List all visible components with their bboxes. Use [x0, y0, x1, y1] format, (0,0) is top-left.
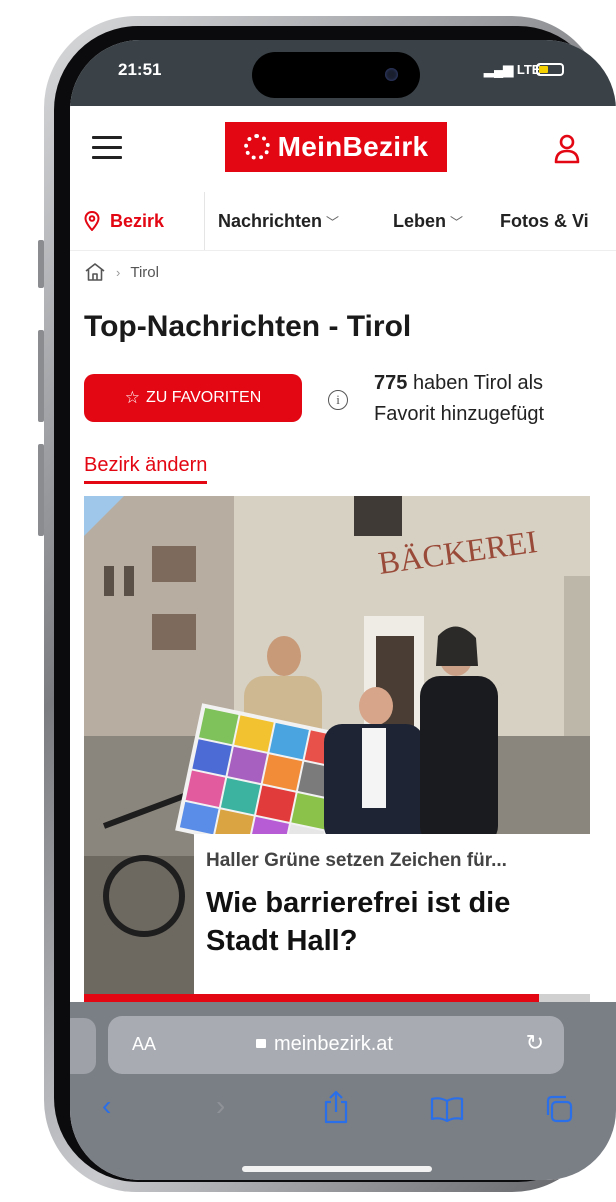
- safari-toolbar: AA meinbezirk.at ↻ ‹ ›: [70, 1002, 616, 1180]
- chevron-down-icon: ﹀: [450, 215, 464, 230]
- user-icon[interactable]: [554, 134, 580, 164]
- action-button: [38, 240, 44, 288]
- nav-item-leben[interactable]: Leben ﹀: [393, 211, 463, 232]
- url-text[interactable]: meinbezirk.at: [256, 1033, 393, 1056]
- battery-level: [539, 66, 548, 73]
- article-headline[interactable]: Wie barrierefrei ist die Stadt Hall?: [206, 884, 576, 960]
- volume-up-button: [38, 330, 44, 422]
- breadcrumb: › Tirol: [84, 262, 159, 282]
- slider-progress-fill: [84, 994, 540, 1002]
- info-icon[interactable]: i: [328, 390, 348, 410]
- chevron-right-icon: ›: [116, 264, 121, 280]
- site-logo[interactable]: MeinBezirk: [225, 122, 447, 172]
- tabs-icon[interactable]: [544, 1094, 574, 1124]
- reload-icon[interactable]: ↻: [526, 1030, 544, 1056]
- nav-bezirk[interactable]: Bezirk: [84, 192, 205, 250]
- status-time: 21:51: [118, 60, 162, 79]
- nav-item-nachrichten[interactable]: Nachrichten ﹀: [218, 211, 339, 232]
- status-bar: 21:51 ▂▄▆ LTE: [70, 40, 616, 106]
- back-icon[interactable]: ‹: [102, 1090, 111, 1122]
- nav-item-label: Nachrichten: [218, 211, 323, 231]
- location-pin-icon: [84, 211, 100, 231]
- phone-screen: 21:51 ▂▄▆ LTE MeinBezirk Bezirk Nachrich…: [70, 40, 616, 1180]
- logo-gear-icon: [243, 134, 270, 160]
- forward-icon[interactable]: ›: [216, 1090, 225, 1122]
- breadcrumb-current[interactable]: Tirol: [130, 264, 159, 281]
- add-favorite-button[interactable]: ☆ ZU FAVORITEN: [84, 374, 302, 422]
- logo-text: MeinBezirk: [277, 131, 429, 162]
- camera-icon: [385, 68, 398, 81]
- chevron-down-icon: ﹀: [326, 215, 340, 230]
- change-district-link[interactable]: Bezirk ändern: [84, 454, 208, 484]
- lock-icon: [256, 1039, 266, 1048]
- url-value: meinbezirk.at: [274, 1033, 393, 1055]
- previous-tab-preview[interactable]: [70, 1018, 96, 1074]
- signal-indicator: ▂▄▆ LTE: [484, 62, 540, 78]
- share-icon[interactable]: [322, 1090, 350, 1124]
- home-icon[interactable]: [84, 262, 106, 282]
- volume-down-button: [38, 444, 44, 536]
- nav-bezirk-label: Bezirk: [110, 210, 165, 231]
- nav-item-label: Leben: [393, 211, 447, 231]
- dynamic-island: [252, 52, 420, 98]
- text-size-button[interactable]: AA: [132, 1034, 156, 1055]
- main-nav: Bezirk Nachrichten ﹀ Leben ﹀ Fotos & Vi: [70, 192, 616, 251]
- signal-bars-icon: ▂▄▆: [484, 62, 514, 77]
- page-title: Top-Nachrichten - Tirol: [84, 310, 412, 343]
- favorite-text-line1: haben Tirol als: [412, 372, 544, 394]
- bookmarks-icon[interactable]: [430, 1096, 464, 1122]
- home-indicator: [242, 1166, 432, 1172]
- favorite-text-line2: Favorit hinzugefügt: [374, 403, 545, 425]
- site-header: MeinBezirk: [70, 106, 616, 193]
- battery-icon: [536, 63, 564, 76]
- favorite-count-text: 775 haben Tirol als Favorit hinzugefügt: [374, 368, 544, 430]
- article-kicker: Haller Grüne setzen Zeichen für...: [206, 850, 507, 871]
- star-icon: ☆: [124, 388, 140, 407]
- nav-item-label: Fotos & Vi: [500, 211, 589, 231]
- add-favorite-label: ZU FAVORITEN: [145, 389, 262, 406]
- article-caption[interactable]: Haller Grüne setzen Zeichen für... Wie b…: [194, 834, 590, 994]
- nav-item-fotos[interactable]: Fotos & Vi: [500, 211, 589, 232]
- favorite-count: 775: [374, 372, 408, 394]
- hamburger-icon[interactable]: [92, 136, 122, 160]
- address-bar[interactable]: AA meinbezirk.at ↻: [108, 1016, 564, 1074]
- slider-progress: [84, 994, 590, 1002]
